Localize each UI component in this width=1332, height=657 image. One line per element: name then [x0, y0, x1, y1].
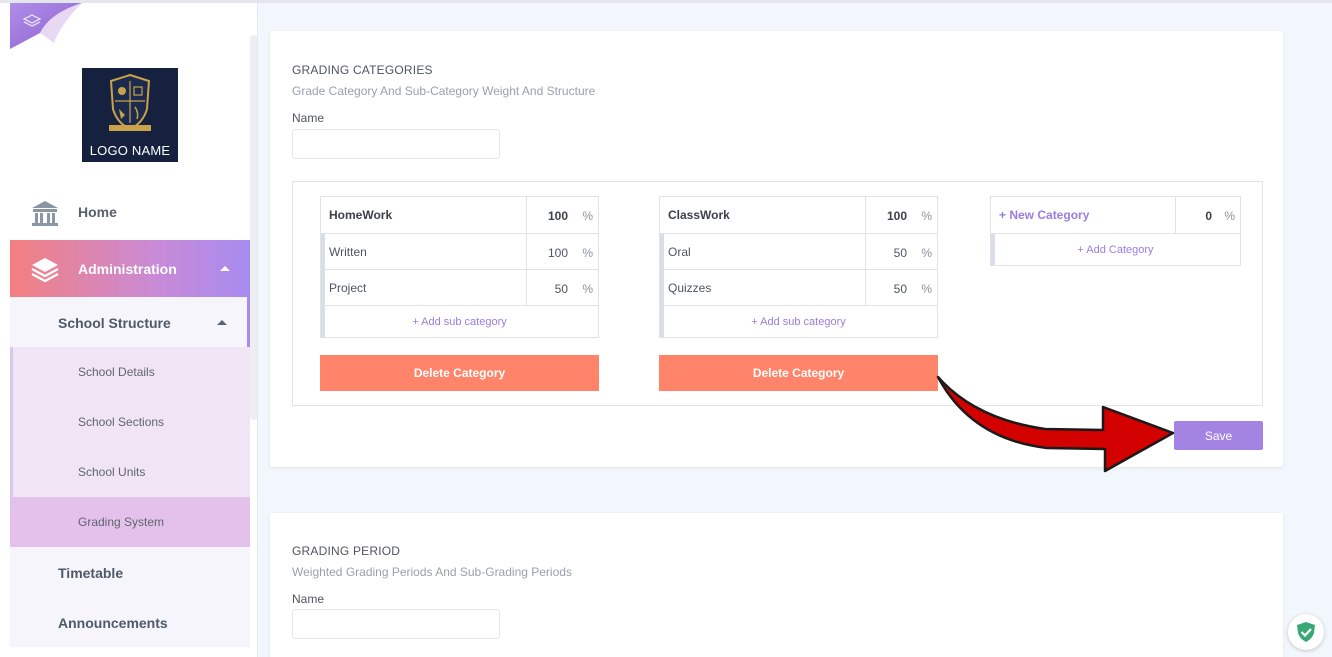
- add-sub-category-label: + Add sub category: [412, 316, 507, 328]
- sub-category-indicator: [660, 234, 664, 269]
- categories-container: HomeWork 100 % Written 100 % Project 50: [292, 181, 1263, 406]
- category-weight-cell[interactable]: 100 %: [526, 197, 600, 233]
- sidebar: LOGO NAME Home Administration School Str…: [0, 3, 258, 657]
- save-button[interactable]: Save: [1174, 421, 1263, 450]
- shield-check-icon: [1297, 622, 1315, 642]
- security-badge[interactable]: [1288, 614, 1324, 650]
- sub-category-name[interactable]: Oral: [668, 245, 691, 259]
- grading-period-title: GRADING PERIOD: [292, 544, 401, 558]
- sub-category-name[interactable]: Project: [329, 281, 366, 295]
- sidebar-item-school-structure[interactable]: School Structure: [10, 297, 250, 347]
- period-name-input[interactable]: [292, 609, 500, 639]
- percent-unit: %: [921, 209, 932, 223]
- category-name[interactable]: HomeWork: [329, 208, 392, 222]
- sidebar-item-timetable[interactable]: Timetable: [10, 547, 250, 597]
- name-label: Name: [292, 111, 325, 125]
- sub-category-weight[interactable]: 100: [548, 246, 568, 260]
- sidebar-item-label: Grading System: [78, 515, 165, 529]
- sub-category-weight-cell[interactable]: 50 %: [865, 234, 939, 269]
- add-sub-category-label: + Add sub category: [751, 316, 846, 328]
- percent-unit: %: [921, 246, 932, 260]
- category-header-row: + New Category 0 %: [991, 197, 1240, 233]
- category-weight[interactable]: 0: [1205, 209, 1212, 223]
- sidebar-item-school-sections[interactable]: School Sections: [10, 397, 250, 447]
- sub-category-weight[interactable]: 50: [894, 246, 907, 260]
- layers-icon: [31, 258, 59, 283]
- caret-up-icon: [220, 266, 230, 271]
- sidebar-corner-decoration: [10, 3, 82, 49]
- percent-unit: %: [582, 246, 593, 260]
- logo-name: LOGO NAME: [89, 143, 171, 158]
- sub-category-row: Quizzes 50 %: [660, 269, 937, 305]
- sidebar-item-home[interactable]: Home: [10, 185, 250, 240]
- sidebar-item-school-units[interactable]: School Units: [10, 447, 250, 497]
- sidebar-item-label: Administration: [78, 261, 177, 277]
- category-name[interactable]: ClassWork: [668, 208, 730, 222]
- add-sub-category-link[interactable]: + Add sub category: [660, 305, 937, 337]
- add-category-link[interactable]: + Add Category: [991, 233, 1240, 265]
- grading-period-subtitle: Weighted Grading Periods And Sub-Grading…: [292, 565, 572, 579]
- sidebar-item-label: Home: [78, 204, 117, 220]
- grading-categories-subtitle: Grade Category And Sub-Category Weight A…: [292, 84, 596, 98]
- percent-unit: %: [1224, 209, 1235, 223]
- sub-category-weight-cell[interactable]: 50 %: [865, 270, 939, 305]
- grading-period-card: GRADING PERIOD Weighted Grading Periods …: [270, 513, 1283, 657]
- school-building-icon: [32, 201, 58, 226]
- sidebar-item-label: School Structure: [58, 315, 171, 331]
- sidebar-item-administration[interactable]: Administration: [10, 240, 250, 297]
- category-weight-cell[interactable]: 100 %: [865, 197, 939, 233]
- sub-category-indicator: [660, 270, 664, 305]
- grading-categories-title: GRADING CATEGORIES: [292, 63, 433, 77]
- sidebar-item-label: Announcements: [58, 615, 168, 631]
- crest-icon: [109, 73, 151, 131]
- sidebar-item-announcements[interactable]: Announcements: [10, 597, 250, 647]
- name-label: Name: [292, 592, 325, 606]
- category-classwork: ClassWork 100 % Oral 50 % Quizzes 50 % +…: [659, 196, 938, 338]
- add-category-label: + Add Category: [1077, 244, 1154, 256]
- category-weight[interactable]: 100: [548, 209, 568, 223]
- category-new: + New Category 0 % + Add Category: [990, 196, 1241, 266]
- category-header-row: ClassWork 100 %: [660, 197, 937, 233]
- name-input[interactable]: [292, 129, 500, 159]
- sidebar-item-label: School Sections: [78, 415, 165, 429]
- sidebar-item-label: Timetable: [58, 565, 124, 581]
- sidebar-item-school-details[interactable]: School Details: [10, 347, 250, 397]
- caret-up-icon: [217, 320, 227, 325]
- delete-category-button[interactable]: Delete Category: [320, 355, 599, 391]
- percent-unit: %: [582, 282, 593, 296]
- sub-category-indicator: [321, 234, 325, 269]
- sub-category-name[interactable]: Quizzes: [668, 281, 711, 295]
- sidebar-item-label: School Units: [78, 465, 146, 479]
- percent-unit: %: [582, 209, 593, 223]
- category-homework: HomeWork 100 % Written 100 % Project 50: [320, 196, 599, 338]
- sub-category-indicator: [321, 270, 325, 305]
- category-weight-cell[interactable]: 0 %: [1175, 197, 1242, 233]
- sub-category-row: Oral 50 %: [660, 233, 937, 269]
- sub-category-weight[interactable]: 50: [555, 282, 568, 296]
- sidebar-item-label: School Details: [78, 365, 155, 379]
- category-weight[interactable]: 100: [887, 209, 907, 223]
- new-category-name[interactable]: + New Category: [999, 208, 1089, 222]
- category-header-row: HomeWork 100 %: [321, 197, 598, 233]
- sidebar-item-grading-system[interactable]: Grading System: [10, 497, 250, 547]
- add-sub-category-link[interactable]: + Add sub category: [321, 305, 598, 337]
- sub-category-row: Written 100 %: [321, 233, 598, 269]
- sub-category-weight-cell[interactable]: 100 %: [526, 234, 600, 269]
- school-logo: LOGO NAME: [82, 68, 178, 162]
- sub-category-row: Project 50 %: [321, 269, 598, 305]
- sub-category-weight[interactable]: 50: [894, 282, 907, 296]
- annotation-arrow-icon: [936, 375, 1175, 473]
- sub-category-weight-cell[interactable]: 50 %: [526, 270, 600, 305]
- percent-unit: %: [921, 282, 932, 296]
- delete-category-button[interactable]: Delete Category: [659, 355, 938, 391]
- sub-category-name[interactable]: Written: [329, 245, 367, 259]
- sidebar-divider: [257, 3, 258, 657]
